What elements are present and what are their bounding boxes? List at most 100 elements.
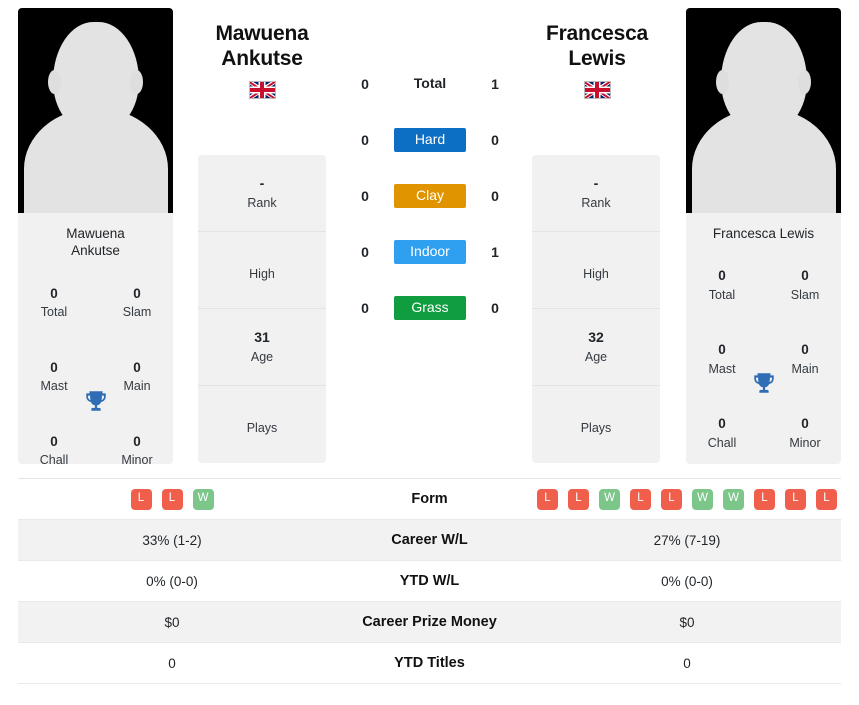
titles-main-label: Main (791, 361, 819, 376)
info-plays-label: Plays (246, 421, 278, 436)
surface-badge-indoor[interactable]: Indoor (394, 240, 466, 264)
trophy-icon (85, 390, 106, 411)
form-badge-w[interactable]: W (692, 488, 713, 510)
avatar-ear-left-shape (716, 70, 729, 94)
info-row-age-right: 32 Age (532, 309, 660, 386)
titles-main-right: 0 Main (777, 340, 833, 378)
h2h-left-count: 0 (361, 76, 369, 92)
form-badges-right: LLWLLWWLLL (533, 488, 841, 510)
titles-slam-label: Slam (122, 305, 152, 320)
photo-caption-line2: Ankutse (71, 243, 120, 259)
titles-chall-left: 0 Chall (26, 432, 82, 464)
form-badge-l[interactable]: L (161, 488, 183, 510)
titles-mast-label: Mast (40, 379, 68, 394)
titles-row-chall-minor-left: 0 Chall 0 Minor (18, 432, 173, 464)
titles-chall-right: 0 Chall (694, 414, 750, 452)
info-row-age-left: 31 Age (198, 309, 326, 386)
form-badge-l[interactable]: L (537, 488, 558, 510)
titles-row-total-slam-left: 0 Total 0 Slam (18, 284, 173, 346)
form-badge-w[interactable]: W (599, 488, 620, 510)
stats-label-form: Form (411, 491, 448, 507)
player-info-card-right: - Rank High 32 Age Plays (532, 155, 660, 463)
form-badge-l[interactable]: L (661, 488, 682, 510)
player-name-block-left: Mawuena Ankutse (162, 22, 362, 104)
info-rank-label: Rank (581, 196, 611, 211)
titles-main-value: 0 (133, 359, 141, 375)
titles-mast-value: 0 (718, 342, 726, 358)
titles-total-label: Total (708, 287, 736, 302)
h2h-surface-label-wrap: Clay (385, 184, 475, 208)
player-name-right: Francesca Lewis (497, 22, 697, 72)
titles-total-left: 0 Total (26, 284, 82, 322)
player-name-left-line2: Ankutse (221, 46, 303, 70)
surface-badge-hard[interactable]: Hard (394, 128, 466, 152)
titles-total-value: 0 (50, 285, 58, 301)
titles-grid-left: 0 Total 0 Slam 0 Mast 0 Main 0 Chall 0 M… (18, 266, 173, 464)
form-badge-l[interactable]: L (568, 488, 589, 510)
h2h-surface-label-wrap: Total (385, 75, 475, 93)
form-badge-l[interactable]: L (630, 488, 651, 510)
uk-flag-icon-right (583, 80, 611, 99)
titles-slam-right: 0 Slam (777, 266, 833, 304)
player-card-left[interactable]: Mawuena Ankutse 0 Total 0 Slam 0 Mast 0 … (18, 8, 173, 464)
info-age-label: Age (250, 350, 274, 365)
titles-chall-label: Chall (707, 435, 737, 450)
info-row-plays-left: Plays (198, 386, 326, 463)
h2h-row: 0 Clay 0 (345, 168, 515, 224)
avatar-body-shape (691, 108, 836, 213)
titles-main-label: Main (123, 379, 151, 394)
stats-row-ytd-titles: 0 YTD Titles 0 (18, 643, 841, 684)
stats-label-career-prize-money: Career Prize Money (362, 614, 497, 630)
info-high-label: High (583, 266, 609, 281)
surface-badge-clay[interactable]: Clay (394, 184, 466, 208)
stats-row-career-wl: 33% (1-2) Career W/L 27% (7-19) (18, 520, 841, 561)
player-name-right-line1: Francesca (545, 22, 649, 45)
titles-grid-right: 0 Total 0 Slam 0 Mast 0 Main 0 Chall 0 M… (686, 248, 841, 464)
h2h-left-count: 0 (361, 300, 369, 316)
photo-caption-line1: Francesca Lewis (712, 226, 815, 241)
ytd-titles-right: 0 (683, 655, 691, 671)
form-badge-l[interactable]: L (785, 488, 806, 510)
avatar-ear-left-shape (48, 70, 61, 94)
titles-row-total-slam-right: 0 Total 0 Slam (686, 266, 841, 328)
titles-minor-value: 0 (133, 433, 141, 449)
form-badge-l[interactable]: L (130, 488, 152, 510)
player-card-right[interactable]: Francesca Lewis 0 Total 0 Slam 0 Mast 0 … (686, 8, 841, 464)
comparison-stats-table: LLW Form LLWLLWWLLL 33% (1-2) Career W/L… (18, 478, 841, 684)
h2h-row: 0 Indoor 1 (345, 224, 515, 280)
form-badges-left: LLW (18, 488, 326, 510)
h2h-right-count: 0 (491, 300, 499, 316)
stats-label-ytd-titles: YTD Titles (394, 655, 465, 671)
ytd-titles-left: 0 (168, 655, 176, 671)
form-badge-l[interactable]: L (816, 488, 837, 510)
player-info-card-left: - Rank High 31 Age Plays (198, 155, 326, 463)
form-badge-w[interactable]: W (192, 488, 214, 510)
titles-slam-value: 0 (133, 285, 141, 301)
h2h-row: 0 Grass 0 (345, 280, 515, 336)
stats-label-ytd-wl: YTD W/L (399, 573, 460, 589)
titles-slam-left: 0 Slam (109, 284, 165, 322)
info-row-rank-left: - Rank (198, 155, 326, 232)
titles-mast-right: 0 Mast (694, 340, 750, 378)
titles-chall-value: 0 (50, 433, 58, 449)
player-photo-right (686, 8, 841, 213)
avatar-body-shape (23, 108, 168, 213)
h2h-surface-label: Total (413, 75, 447, 91)
h2h-row: 0 Total 1 (345, 56, 515, 112)
avatar-ear-right-shape (130, 70, 143, 94)
form-badge-w[interactable]: W (723, 488, 744, 510)
stats-row-form: LLW Form LLWLLWWLLL (18, 479, 841, 520)
info-row-rank-right: - Rank (532, 155, 660, 232)
info-age-value: 31 (254, 329, 270, 346)
h2h-surface-label-wrap: Hard (385, 128, 475, 152)
uk-flag-icon-left (248, 80, 276, 99)
surface-badge-grass[interactable]: Grass (394, 296, 466, 320)
form-badge-l[interactable]: L (754, 488, 775, 510)
titles-total-right: 0 Total (694, 266, 750, 304)
career-wl-left: 33% (1-2) (142, 532, 202, 548)
player-photo-caption-right: Francesca Lewis (686, 213, 841, 248)
h2h-left-count: 0 (361, 244, 369, 260)
titles-minor-right: 0 Minor (777, 414, 833, 452)
titles-chall-value: 0 (718, 416, 726, 432)
info-row-high-left: High (198, 232, 326, 309)
